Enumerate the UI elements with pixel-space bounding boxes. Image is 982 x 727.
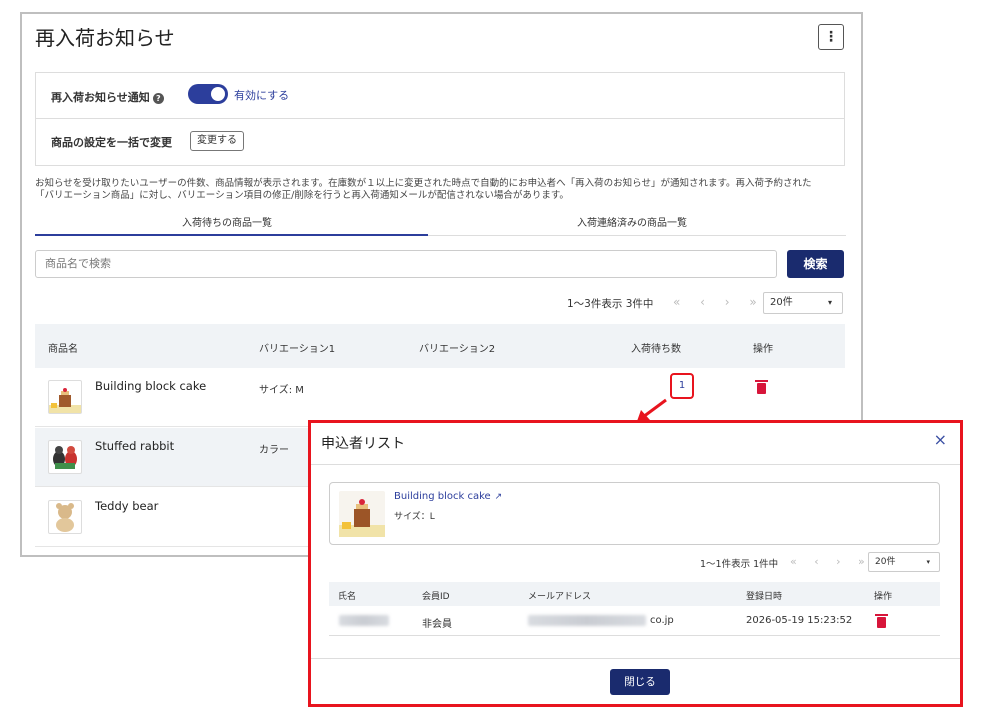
product-card: Building block cake ↗ サイズ：L	[329, 482, 940, 545]
product-variation1: サイズ: M	[259, 385, 304, 396]
product-name[interactable]: Teddy bear	[95, 499, 158, 513]
modal-divider	[311, 464, 960, 465]
email-suffix: co.jp	[650, 615, 674, 626]
product-thumbnail	[48, 380, 82, 414]
description-line-2: 「バリエーション商品」に対し、バリエーション項目の修正/削除を行うと再入荷通知メ…	[35, 190, 569, 201]
search-button[interactable]: 検索	[787, 250, 844, 278]
product-thumbnail	[339, 491, 385, 537]
header-waiting: 入荷待ち数	[631, 344, 681, 355]
header-variation1: バリエーション1	[259, 344, 336, 355]
search-input[interactable]: 商品名で検索	[35, 250, 777, 278]
product-variation1: カラー	[259, 445, 289, 456]
waiting-count-link[interactable]: 1	[670, 373, 694, 399]
header-member-id: 会員ID	[422, 592, 450, 602]
product-variation: サイズ：L	[394, 512, 435, 522]
modal-per-page-select[interactable]: 20件 ▾	[868, 552, 940, 572]
modal-table-header: 氏名 会員ID メールアドレス 登録日時 操作	[329, 582, 940, 606]
notify-label: 再入荷お知らせ通知?	[51, 89, 164, 105]
product-thumbnail	[48, 440, 82, 474]
redacted-name	[339, 615, 389, 626]
table-row: 非会員 co.jp 2026-05-19 15:23:52	[329, 606, 940, 636]
tab-waiting[interactable]: 入荷待ちの商品一覧	[182, 214, 272, 229]
description: お知らせを受け取りたいユーザーの件数、商品情報が表示されます。在庫数が１以上に変…	[35, 178, 855, 202]
table-header: 商品名 バリエーション1 バリエーション2 入荷待ち数 操作	[35, 324, 845, 368]
chevron-down-icon: ▾	[926, 558, 930, 566]
applicant-list-modal: 申込者リスト × Building block cake ↗ サイズ：L 1〜1件…	[308, 420, 963, 707]
modal-pager-info: 1〜1件表示 1件中	[700, 559, 779, 570]
notify-toggle[interactable]	[188, 84, 228, 104]
bulk-setting-row: 商品の設定を一括で変更 変更する	[36, 119, 844, 165]
more-menu-button[interactable]: ⋮	[818, 24, 844, 50]
product-link[interactable]: Building block cake ↗	[394, 491, 502, 502]
trash-icon[interactable]	[875, 614, 888, 628]
header-registered: 登録日時	[746, 592, 783, 602]
table-row: Building block cake サイズ: M 1	[35, 368, 845, 427]
trash-icon[interactable]	[755, 380, 768, 394]
toggle-label: 有効にする	[234, 89, 290, 102]
chevron-down-icon: ▾	[827, 298, 832, 307]
member-id: 非会員	[422, 619, 452, 630]
pager-info: 1〜3件表示 3件中	[567, 298, 654, 310]
external-link-icon: ↗	[494, 492, 503, 502]
modal-title: 申込者リスト	[321, 436, 405, 452]
header-variation2: バリエーション2	[419, 344, 496, 355]
registered-at: 2026-05-19 15:23:52	[746, 615, 853, 626]
settings-panel: 再入荷お知らせ通知? 有効にする 商品の設定を一括で変更 変更する	[35, 72, 845, 166]
notify-setting-row: 再入荷お知らせ通知? 有効にする	[36, 73, 844, 119]
header-email: メールアドレス	[528, 592, 592, 602]
redacted-email	[528, 615, 646, 626]
toggle-knob	[211, 87, 225, 101]
bulk-change-button[interactable]: 変更する	[190, 131, 244, 151]
tab-notified[interactable]: 入荷連絡済みの商品一覧	[577, 214, 687, 229]
bulk-label: 商品の設定を一括で変更	[51, 136, 172, 149]
pager-nav[interactable]: « ‹ › »	[673, 295, 765, 309]
tab-active-indicator	[35, 234, 428, 236]
page-title: 再入荷お知らせ	[35, 26, 175, 50]
help-icon[interactable]: ?	[152, 92, 164, 104]
header-actions: 操作	[874, 592, 893, 602]
header-name: 氏名	[338, 592, 357, 602]
modal-pager-nav[interactable]: « ‹ › »	[790, 555, 872, 568]
product-thumbnail	[48, 500, 82, 534]
header-product: 商品名	[48, 344, 78, 355]
close-button[interactable]: 閉じる	[610, 669, 670, 695]
close-icon[interactable]: ×	[934, 430, 947, 449]
description-line-1: お知らせを受け取りたいユーザーの件数、商品情報が表示されます。在庫数が１以上に変…	[35, 178, 812, 189]
tab-divider	[428, 235, 846, 236]
header-actions: 操作	[753, 344, 773, 355]
product-name[interactable]: Building block cake	[95, 379, 206, 393]
product-name[interactable]: Stuffed rabbit	[95, 439, 174, 453]
per-page-select[interactable]: 20件 ▾	[763, 292, 843, 314]
modal-footer-divider	[311, 658, 960, 659]
